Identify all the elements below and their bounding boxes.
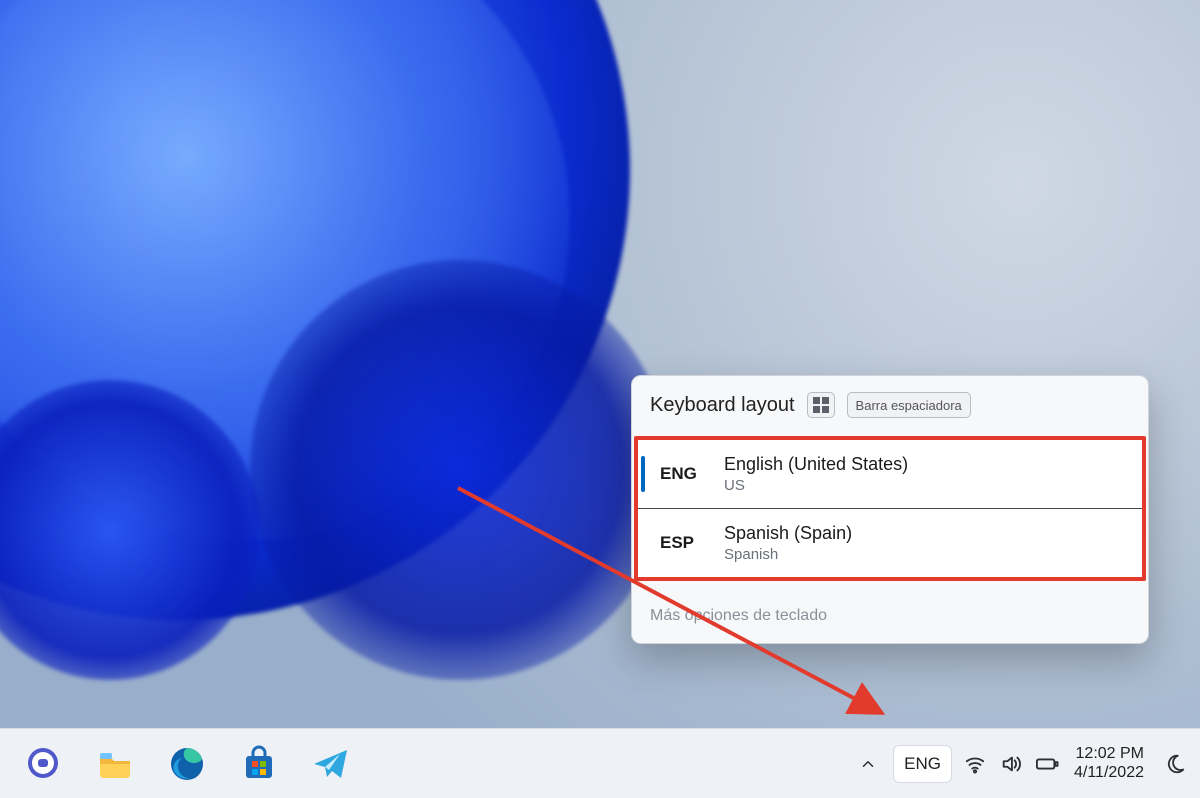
taskbar-clock[interactable]: 12:02 PM 4/11/2022 [1070,745,1148,782]
layout-option-esp[interactable]: ESP Spanish (Spain) Spanish [638,508,1142,577]
clock-time: 12:02 PM [1076,745,1144,763]
windows-logo-icon [813,397,829,413]
layout-code: ENG [652,464,704,484]
layout-language: Spanish (Spain) [724,523,852,544]
chat-icon [23,744,63,784]
tray-overflow-button[interactable] [853,744,883,784]
layout-option-eng[interactable]: ENG English (United States) US [638,440,1142,508]
notifications-button[interactable] [1158,753,1192,775]
language-indicator-button[interactable]: ENG [893,745,952,783]
taskbar-file-explorer-button[interactable] [86,735,144,793]
edge-icon [167,744,207,784]
layout-code: ESP [652,533,704,553]
layout-language: English (United States) [724,454,908,475]
folder-icon [95,744,135,784]
flyout-header: Keyboard layout Barra espaciadora [632,376,1148,436]
spacebar-key-chip: Barra espaciadora [847,392,971,418]
wifi-button[interactable] [962,751,988,777]
taskbar-pinned-apps [14,735,360,793]
volume-button[interactable] [998,751,1024,777]
do-not-disturb-moon-icon [1164,753,1186,775]
keyboard-layout-flyout: Keyboard layout Barra espaciadora ENG En… [631,375,1149,644]
taskbar-edge-button[interactable] [158,735,216,793]
layout-sublabel: US [724,477,908,494]
battery-button[interactable] [1034,751,1060,777]
flyout-title: Keyboard layout [650,394,795,417]
taskbar-store-button[interactable] [230,735,288,793]
taskbar-system-tray: ENG 12:02 PM 4/11/2022 [853,744,1192,784]
chevron-up-icon [859,755,877,773]
speaker-icon [1000,753,1022,775]
layout-sublabel: Spanish [724,546,852,563]
windows-key-chip [807,392,835,418]
telegram-icon [311,744,351,784]
clock-date: 4/11/2022 [1074,764,1144,782]
more-keyboard-options-link[interactable]: Más opciones de teclado [632,581,1148,643]
battery-icon [1035,753,1059,775]
wifi-icon [964,753,986,775]
taskbar-telegram-button[interactable] [302,735,360,793]
taskbar-chat-button[interactable] [14,735,72,793]
taskbar: ENG 12:02 PM 4/11/2022 [0,728,1200,798]
layout-options-highlight: ENG English (United States) US ESP Spani… [634,436,1146,581]
store-icon [239,744,279,784]
